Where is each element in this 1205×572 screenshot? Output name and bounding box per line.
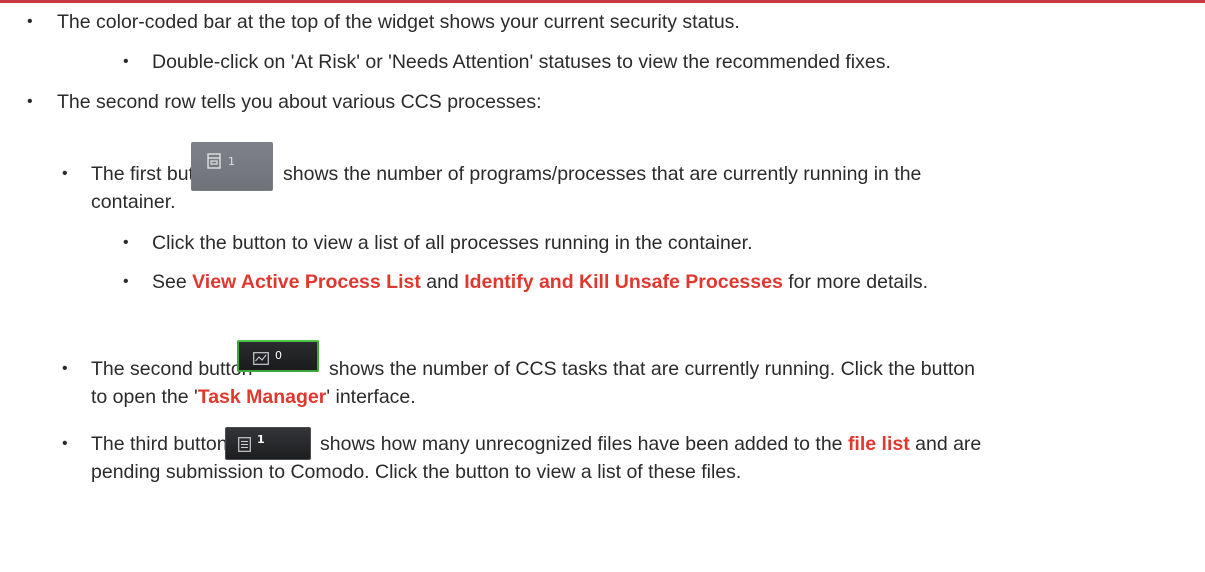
second-row-text: The second row tells you about various C… — [57, 91, 542, 113]
and-text: and — [420, 271, 465, 293]
third-button-cont: pending submission to Comodo. Click the … — [91, 461, 742, 483]
bullet-dot: • — [123, 53, 129, 70]
top-rule — [0, 0, 1205, 3]
task-chart-icon — [253, 348, 269, 371]
double-click-text: Double-click on 'At Risk' or 'Needs Atte… — [152, 51, 891, 73]
bullet-dot: • — [27, 93, 33, 110]
container-box-icon — [207, 152, 221, 175]
status-bar-text: The color-coded bar at the top of the wi… — [57, 11, 740, 33]
interface-suffix: ' interface. — [326, 386, 416, 408]
bullet-dot: • — [62, 360, 68, 377]
third-button-lead: The third button — [91, 433, 228, 455]
bullet-dot: • — [27, 13, 33, 30]
see-links-text: See View Active Process List and Identif… — [152, 270, 928, 294]
first-button-cont: container. — [91, 191, 176, 213]
first-button-desc: shows the number of programs/processes t… — [283, 163, 922, 185]
second-button-desc: shows the number of CCS tasks that are c… — [329, 358, 975, 380]
open-prefix: to open the ' — [91, 386, 198, 408]
files-count: 1 — [257, 433, 265, 446]
bullet-dot: • — [62, 435, 68, 452]
files-count-button[interactable]: 1 — [225, 427, 311, 460]
see-prefix: See — [152, 271, 193, 293]
tasks-count-button[interactable]: 0 — [237, 340, 319, 372]
bullet-dot: • — [123, 273, 129, 290]
second-button-cont: to open the 'Task Manager' interface. — [91, 385, 416, 409]
view-active-process-list-link[interactable]: View Active Process List — [192, 271, 421, 293]
third-desc-text: shows how many unrecognized files have b… — [320, 433, 848, 455]
more-details-text: for more details. — [782, 271, 929, 293]
task-manager-link[interactable]: Task Manager — [198, 386, 327, 408]
click-view-text: Click the button to view a list of all p… — [152, 232, 753, 254]
bullet-dot: • — [123, 234, 129, 251]
file-list-icon — [238, 435, 251, 458]
container-count-button[interactable]: 1 — [191, 142, 273, 191]
bullet-dot: • — [62, 165, 68, 182]
container-count: 1 — [228, 155, 235, 168]
file-list-link[interactable]: file list — [848, 433, 910, 455]
and-are-text: and are — [909, 433, 982, 455]
identify-kill-unsafe-link[interactable]: Identify and Kill Unsafe Processes — [464, 271, 783, 293]
third-button-desc: shows how many unrecognized files have b… — [320, 432, 981, 456]
tasks-count: 0 — [275, 349, 282, 362]
second-button-lead: The second button — [91, 358, 253, 380]
